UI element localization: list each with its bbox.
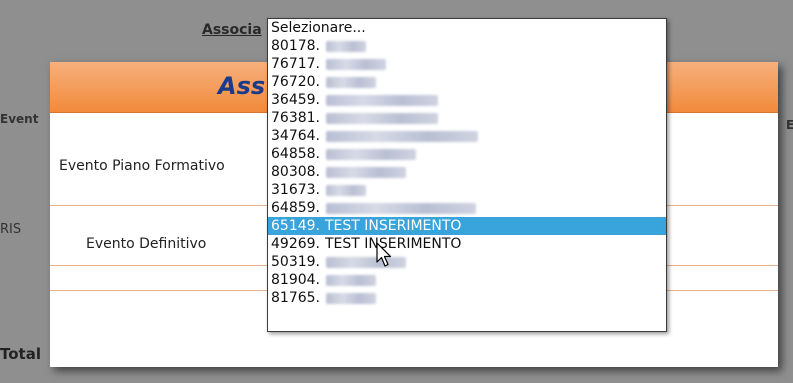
option-label: Selezionare... <box>271 20 366 36</box>
background-total-label: Total <box>0 345 41 363</box>
select-option[interactable]: 50319. <box>268 253 666 271</box>
option-code: 65149. <box>271 218 320 234</box>
option-label: TEST INSERIMENTO <box>325 218 462 234</box>
option-code: 76381. <box>271 110 320 126</box>
background-page-title: Associa <box>202 22 262 38</box>
redacted-text <box>326 292 376 304</box>
redacted-text <box>326 148 416 160</box>
redacted-text <box>326 256 406 268</box>
mouse-pointer-icon <box>376 242 392 267</box>
redacted-text <box>326 184 366 196</box>
select-option[interactable]: 76720. <box>268 73 666 91</box>
select-option[interactable]: 81765. <box>268 289 666 307</box>
select-option[interactable]: 34764. <box>268 127 666 145</box>
redacted-text <box>326 274 376 286</box>
redacted-text <box>326 202 476 214</box>
select-option[interactable]: 36459. <box>268 91 666 109</box>
option-code: 36459. <box>271 92 320 108</box>
option-code: 64858. <box>271 146 320 162</box>
redacted-text <box>326 58 386 70</box>
redacted-text <box>326 130 478 142</box>
modal-title: Ass <box>218 72 266 100</box>
select-option[interactable]: 76381. <box>268 109 666 127</box>
redacted-text <box>326 112 438 124</box>
select-option[interactable]: 64859. <box>268 199 666 217</box>
background-row-text: RIS <box>0 222 22 237</box>
option-code: 80178. <box>271 38 320 54</box>
select-option[interactable]: 76717. <box>268 55 666 73</box>
select-option[interactable]: 64858. <box>268 145 666 163</box>
option-code: 81904. <box>271 272 320 288</box>
option-code: 81765. <box>271 290 320 306</box>
redacted-text <box>326 76 376 88</box>
option-code: 49269. <box>271 236 320 252</box>
evento-definitivo-label: Evento Definitivo <box>86 236 207 252</box>
option-code: 80308. <box>271 164 320 180</box>
option-code: 31673. <box>271 182 320 198</box>
select-placeholder-option[interactable]: Selezionare... <box>268 19 666 37</box>
option-code: 50319. <box>271 254 320 270</box>
select-option[interactable]: 80308. <box>268 163 666 181</box>
select-option[interactable]: 65149. TEST INSERIMENTO <box>268 217 666 235</box>
background-column-label-right: E <box>786 118 793 132</box>
select-option[interactable]: 31673. <box>268 181 666 199</box>
redacted-text <box>326 166 406 178</box>
option-code: 76717. <box>271 56 320 72</box>
select-option[interactable]: 49269. TEST INSERIMENTO <box>268 235 666 253</box>
select-option[interactable]: 81904. <box>268 271 666 289</box>
option-code: 76720. <box>271 74 320 90</box>
redacted-text <box>326 40 366 52</box>
option-code: 34764. <box>271 128 320 144</box>
evento-piano-formativo-label: Evento Piano Formativo <box>59 158 225 174</box>
redacted-text <box>326 94 438 106</box>
option-code: 64859. <box>271 200 320 216</box>
background-column-label: Event <box>0 112 39 126</box>
evento-select-dropdown[interactable]: Selezionare... 80178. 76717. 76720. 36459. 76… <box>267 18 667 332</box>
select-option[interactable]: 80178. <box>268 37 666 55</box>
